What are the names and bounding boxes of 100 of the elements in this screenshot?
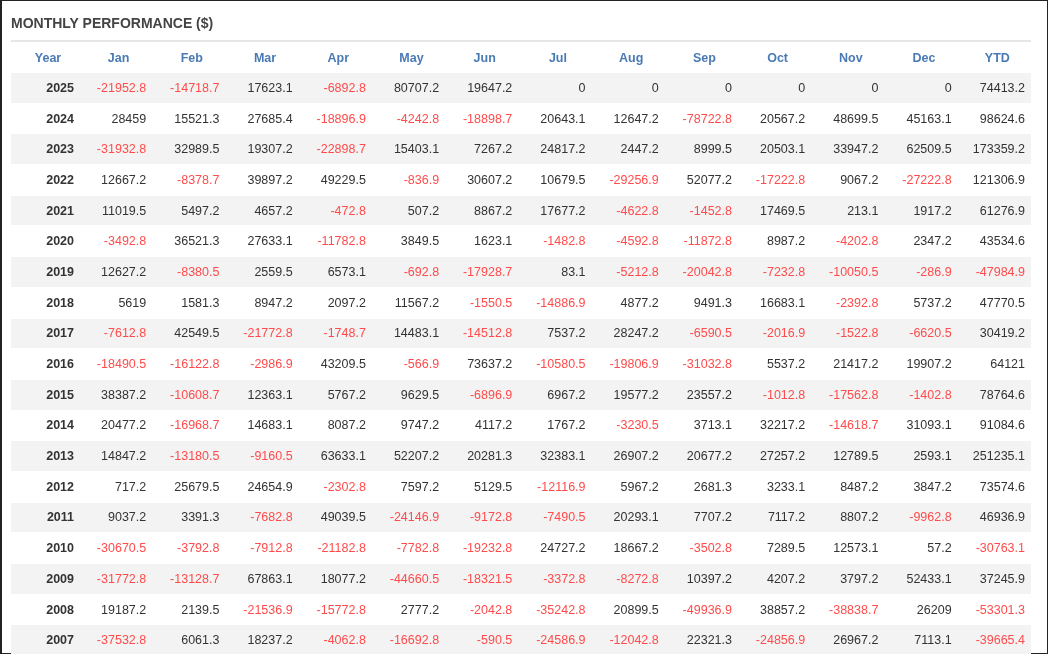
table-cell: 32383.1	[518, 440, 592, 472]
table-cell: 2347.2	[884, 225, 958, 257]
table-cell-text: -19806.9	[608, 356, 660, 374]
table-cell: 3391.3	[152, 502, 226, 533]
table-cell: -21182.8	[298, 532, 372, 564]
table-cell-text: 19907.2	[905, 356, 953, 374]
column-header: Jul	[518, 42, 592, 73]
table-cell: -7232.8	[737, 256, 812, 288]
table-cell: 17677.2	[518, 195, 592, 226]
table-cell: -4622.8	[591, 195, 665, 226]
year-cell: 2009	[11, 563, 79, 595]
year-cell: 2013	[11, 440, 79, 472]
year-cell: 2007	[11, 624, 79, 654]
table-cell: 12363.1	[225, 379, 299, 411]
table-cell: 28247.2	[591, 318, 665, 349]
table-cell: 9629.5	[371, 379, 446, 411]
table-cell: -6892.8	[298, 73, 372, 104]
table-cell: -19232.8	[445, 532, 519, 564]
table-cell: 3233.1	[737, 471, 812, 503]
table-cell: 0	[811, 73, 885, 104]
table-cell: 78764.6	[957, 379, 1031, 411]
table-cell: -472.8	[298, 195, 372, 226]
table-cell: 251235.1	[957, 440, 1031, 472]
table-cell: -14618.7	[811, 410, 885, 441]
table-cell: 4207.2	[737, 563, 812, 595]
table-cell: 20643.1	[518, 103, 592, 134]
table-cell: -7612.8	[79, 318, 153, 349]
table-cell: 15521.3	[152, 103, 226, 134]
table-cell: 4657.2	[225, 195, 299, 226]
column-header: Jan	[79, 42, 153, 73]
table-cell: 18077.2	[298, 563, 372, 595]
table-cell: 49039.5	[298, 502, 372, 533]
table-cell: 80707.2	[371, 73, 446, 104]
table-cell: -11872.8	[664, 225, 738, 257]
table-cell: -24146.9	[371, 502, 446, 533]
table-cell: 7707.2	[664, 502, 738, 533]
table-cell-text: -27222.8	[901, 171, 953, 189]
table-cell: 2559.5	[225, 256, 299, 288]
table-cell: 14683.1	[225, 410, 299, 441]
table-cell-text: 39897.2	[246, 171, 294, 189]
table-cell: 43534.6	[957, 225, 1031, 257]
table-cell: -9172.8	[445, 502, 519, 533]
table-cell: 28459	[79, 103, 153, 134]
table-cell: -21952.8	[79, 73, 153, 104]
table-cell-text: 5537.2	[765, 356, 807, 374]
table-cell: 213.1	[811, 195, 885, 226]
table-cell: 11019.5	[79, 195, 153, 226]
table-cell: 5619	[79, 287, 153, 318]
table-cell: 27633.1	[225, 225, 299, 257]
table-cell: -49936.9	[664, 594, 738, 625]
table-cell: -2016.9	[737, 318, 812, 349]
table-cell: 8987.2	[737, 225, 812, 257]
table-cell: -30670.5	[79, 532, 153, 564]
table-cell: -1402.8	[884, 379, 958, 411]
table-cell: -3492.8	[79, 225, 153, 257]
year-cell: 2019	[11, 256, 79, 288]
table-cell: -17562.8	[811, 379, 885, 411]
table-cell: -12116.9	[518, 471, 592, 503]
table-cell: 14483.1	[371, 318, 446, 349]
year-cell-text: 2016	[45, 356, 75, 374]
table-cell: 9747.2	[371, 410, 446, 441]
table-cell: 7113.1	[884, 624, 958, 654]
table-cell: -8272.8	[591, 563, 665, 595]
table-cell: 33947.2	[811, 133, 885, 165]
table-cell: 32217.2	[737, 410, 812, 441]
table-cell: 7117.2	[737, 502, 812, 533]
table-cell-text: -29256.9	[608, 171, 660, 189]
year-cell: 2018	[11, 287, 79, 318]
year-cell: 2014	[11, 410, 79, 441]
table-cell-text: 64121	[989, 356, 1026, 374]
table-cell: -6620.5	[884, 318, 958, 349]
table-cell-text: 49229.5	[319, 171, 367, 189]
table-cell: 173359.2	[957, 133, 1031, 165]
table-cell: 22321.3	[664, 624, 738, 654]
column-header: Aug	[591, 42, 665, 73]
table-cell: 8867.2	[445, 195, 519, 226]
table-cell: 83.1	[518, 256, 592, 288]
table-cell-text: -566.9	[402, 356, 441, 374]
table-cell: 27685.4	[225, 103, 299, 134]
table-cell: 7267.2	[445, 133, 519, 165]
table-cell: -2392.8	[811, 287, 885, 318]
table-cell: -16968.7	[152, 410, 226, 441]
table-cell-text: -8378.7	[176, 171, 221, 189]
table-cell: -11782.8	[298, 225, 372, 257]
table-cell: 12627.2	[79, 256, 153, 288]
table-cell: -18898.7	[445, 103, 519, 134]
table-cell: -21772.8	[225, 318, 299, 349]
table-cell: 1623.1	[445, 225, 519, 257]
table-cell: 0	[591, 73, 665, 104]
year-cell: 2025	[11, 73, 79, 104]
table-cell: -21536.9	[225, 594, 299, 625]
table-cell: -7682.8	[225, 502, 299, 533]
table-cell: -7782.8	[371, 532, 446, 564]
table-cell: -35242.8	[518, 594, 592, 625]
table-cell-text: 21417.2	[832, 356, 880, 374]
table-cell: -17928.7	[445, 256, 519, 288]
table-cell: -7490.5	[518, 502, 592, 533]
table-cell: -47984.9	[957, 256, 1031, 288]
column-header: Oct	[737, 42, 812, 73]
table-cell: -14512.8	[445, 318, 519, 349]
